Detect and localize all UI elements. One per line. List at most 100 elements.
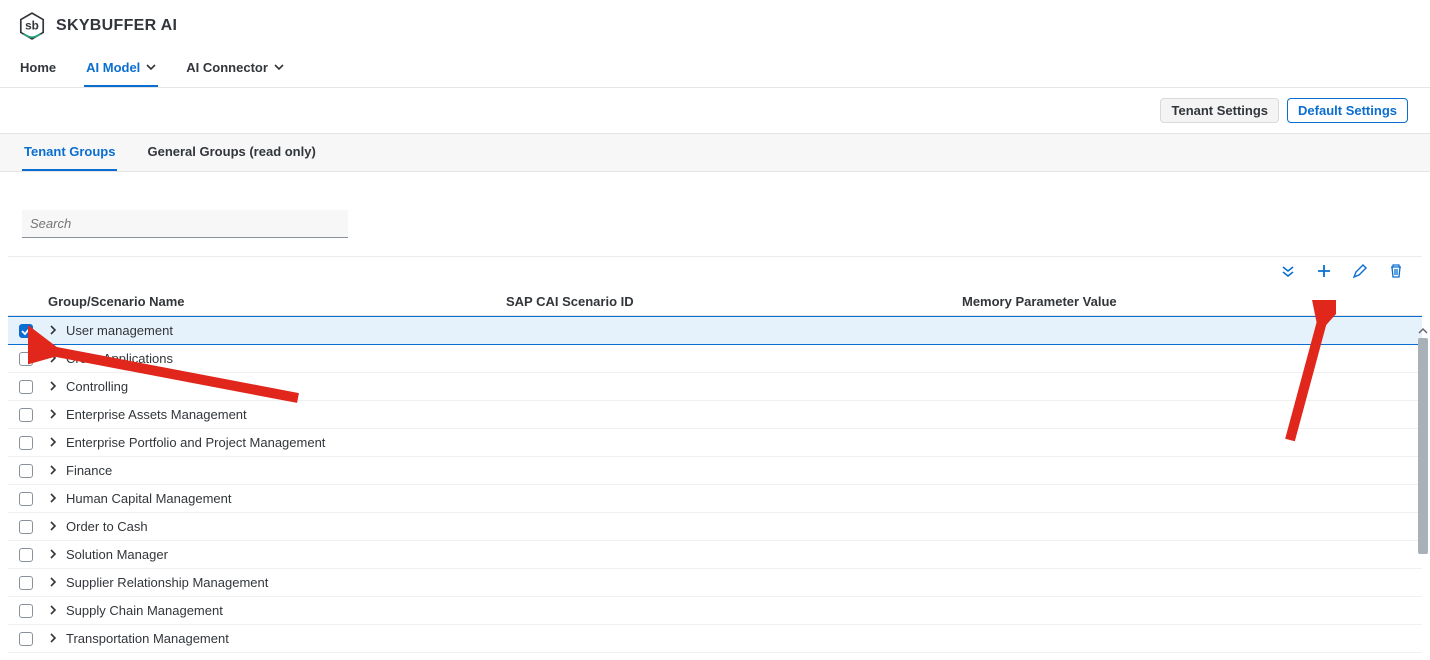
table-toolbar <box>8 257 1422 288</box>
tab-general-groups[interactable]: General Groups (read only) <box>145 134 317 171</box>
vertical-scrollbar[interactable] <box>1418 338 1428 554</box>
svg-text:sb: sb <box>25 19 39 32</box>
row-checkbox[interactable] <box>19 576 33 590</box>
table-row[interactable]: Supplier Relationship Management <box>8 569 1422 597</box>
row-name-label: Cross Applications <box>66 351 173 366</box>
table-row[interactable]: Controlling <box>8 373 1422 401</box>
default-settings-button[interactable]: Default Settings <box>1287 98 1408 123</box>
row-checkbox[interactable] <box>19 604 33 618</box>
row-checkbox[interactable] <box>19 324 33 338</box>
chevron-right-icon[interactable] <box>48 603 58 618</box>
chevron-right-icon[interactable] <box>48 631 58 646</box>
row-memory-cell <box>954 577 1422 589</box>
chevron-right-icon[interactable] <box>48 519 58 534</box>
col-header-scenario: SAP CAI Scenario ID <box>498 288 954 315</box>
row-scenario-cell <box>498 633 954 645</box>
chevron-down-icon <box>146 60 156 75</box>
row-checkbox[interactable] <box>19 464 33 478</box>
nav-home[interactable]: Home <box>18 52 58 87</box>
table-row[interactable]: Supply Chain Management <box>8 597 1422 625</box>
row-memory-cell <box>954 493 1422 505</box>
row-checkbox[interactable] <box>19 492 33 506</box>
table-row[interactable]: Enterprise Assets Management <box>8 401 1422 429</box>
row-scenario-cell <box>498 437 954 449</box>
chevron-right-icon[interactable] <box>48 407 58 422</box>
row-scenario-cell <box>498 325 954 337</box>
row-memory-cell <box>954 605 1422 617</box>
chevron-right-icon[interactable] <box>48 463 58 478</box>
trash-icon[interactable] <box>1388 263 1404 282</box>
nav-item-label: AI Connector <box>186 60 268 75</box>
nav-ai-connector[interactable]: AI Connector <box>184 52 286 87</box>
top-nav: Home AI Model AI Connector <box>0 46 1430 88</box>
collapse-all-icon[interactable] <box>1280 263 1296 282</box>
row-memory-cell <box>954 633 1422 645</box>
table-row[interactable]: Transportation Management <box>8 625 1422 653</box>
row-name-label: Human Capital Management <box>66 491 231 506</box>
tenant-settings-button[interactable]: Tenant Settings <box>1160 98 1279 123</box>
row-name-label: Finance <box>66 463 112 478</box>
row-checkbox[interactable] <box>19 408 33 422</box>
app-logo: sb <box>18 12 46 40</box>
row-name-label: Enterprise Portfolio and Project Managem… <box>66 435 325 450</box>
table-row[interactable]: Finance <box>8 457 1422 485</box>
row-memory-cell <box>954 409 1422 421</box>
row-name-label: Enterprise Assets Management <box>66 407 247 422</box>
plus-icon[interactable] <box>1316 263 1332 282</box>
row-memory-cell <box>954 437 1422 449</box>
row-memory-cell <box>954 521 1422 533</box>
table-row[interactable]: Solution Manager <box>8 541 1422 569</box>
scroll-up-arrow-icon[interactable] <box>1418 324 1428 334</box>
row-scenario-cell <box>498 465 954 477</box>
row-scenario-cell <box>498 577 954 589</box>
row-checkbox[interactable] <box>19 548 33 562</box>
row-scenario-cell <box>498 353 954 365</box>
row-memory-cell <box>954 381 1422 393</box>
row-checkbox[interactable] <box>19 520 33 534</box>
row-memory-cell <box>954 325 1422 337</box>
row-scenario-cell <box>498 493 954 505</box>
row-name-label: User management <box>66 323 173 338</box>
row-scenario-cell <box>498 381 954 393</box>
row-scenario-cell <box>498 549 954 561</box>
table-row[interactable]: Human Capital Management <box>8 485 1422 513</box>
group-tabs: Tenant Groups General Groups (read only) <box>0 134 1430 172</box>
chevron-right-icon[interactable] <box>48 547 58 562</box>
search-section <box>8 180 1422 257</box>
nav-item-label: Home <box>20 60 56 75</box>
row-memory-cell <box>954 353 1422 365</box>
row-scenario-cell <box>498 605 954 617</box>
row-checkbox[interactable] <box>19 632 33 646</box>
chevron-right-icon[interactable] <box>48 351 58 366</box>
chevron-right-icon[interactable] <box>48 379 58 394</box>
table-row[interactable]: User management <box>8 316 1422 345</box>
row-checkbox[interactable] <box>19 380 33 394</box>
chevron-right-icon[interactable] <box>48 435 58 450</box>
pencil-icon[interactable] <box>1352 263 1368 282</box>
chevron-right-icon[interactable] <box>48 575 58 590</box>
tab-tenant-groups[interactable]: Tenant Groups <box>22 134 117 171</box>
row-name-label: Supply Chain Management <box>66 603 223 618</box>
col-header-name: Group/Scenario Name <box>44 288 498 315</box>
nav-item-label: AI Model <box>86 60 140 75</box>
nav-ai-model[interactable]: AI Model <box>84 52 158 87</box>
chevron-down-icon <box>274 60 284 75</box>
row-checkbox[interactable] <box>19 436 33 450</box>
col-header-memory: Memory Parameter Value <box>954 288 1422 315</box>
app-title: SKYBUFFER AI <box>56 17 177 35</box>
table-body: User management Cross Applications Control… <box>8 316 1422 653</box>
row-checkbox[interactable] <box>19 352 33 366</box>
row-memory-cell <box>954 549 1422 561</box>
table-row[interactable]: Enterprise Portfolio and Project Managem… <box>8 429 1422 457</box>
app-header: sb SKYBUFFER AI <box>0 0 1430 46</box>
table-header: Group/Scenario Name SAP CAI Scenario ID … <box>8 288 1422 316</box>
row-name-label: Supplier Relationship Management <box>66 575 268 590</box>
row-name-label: Controlling <box>66 379 128 394</box>
chevron-right-icon[interactable] <box>48 491 58 506</box>
search-input[interactable] <box>22 210 348 238</box>
table-row[interactable]: Cross Applications <box>8 345 1422 373</box>
row-memory-cell <box>954 465 1422 477</box>
row-scenario-cell <box>498 521 954 533</box>
table-row[interactable]: Order to Cash <box>8 513 1422 541</box>
chevron-right-icon[interactable] <box>48 323 58 338</box>
